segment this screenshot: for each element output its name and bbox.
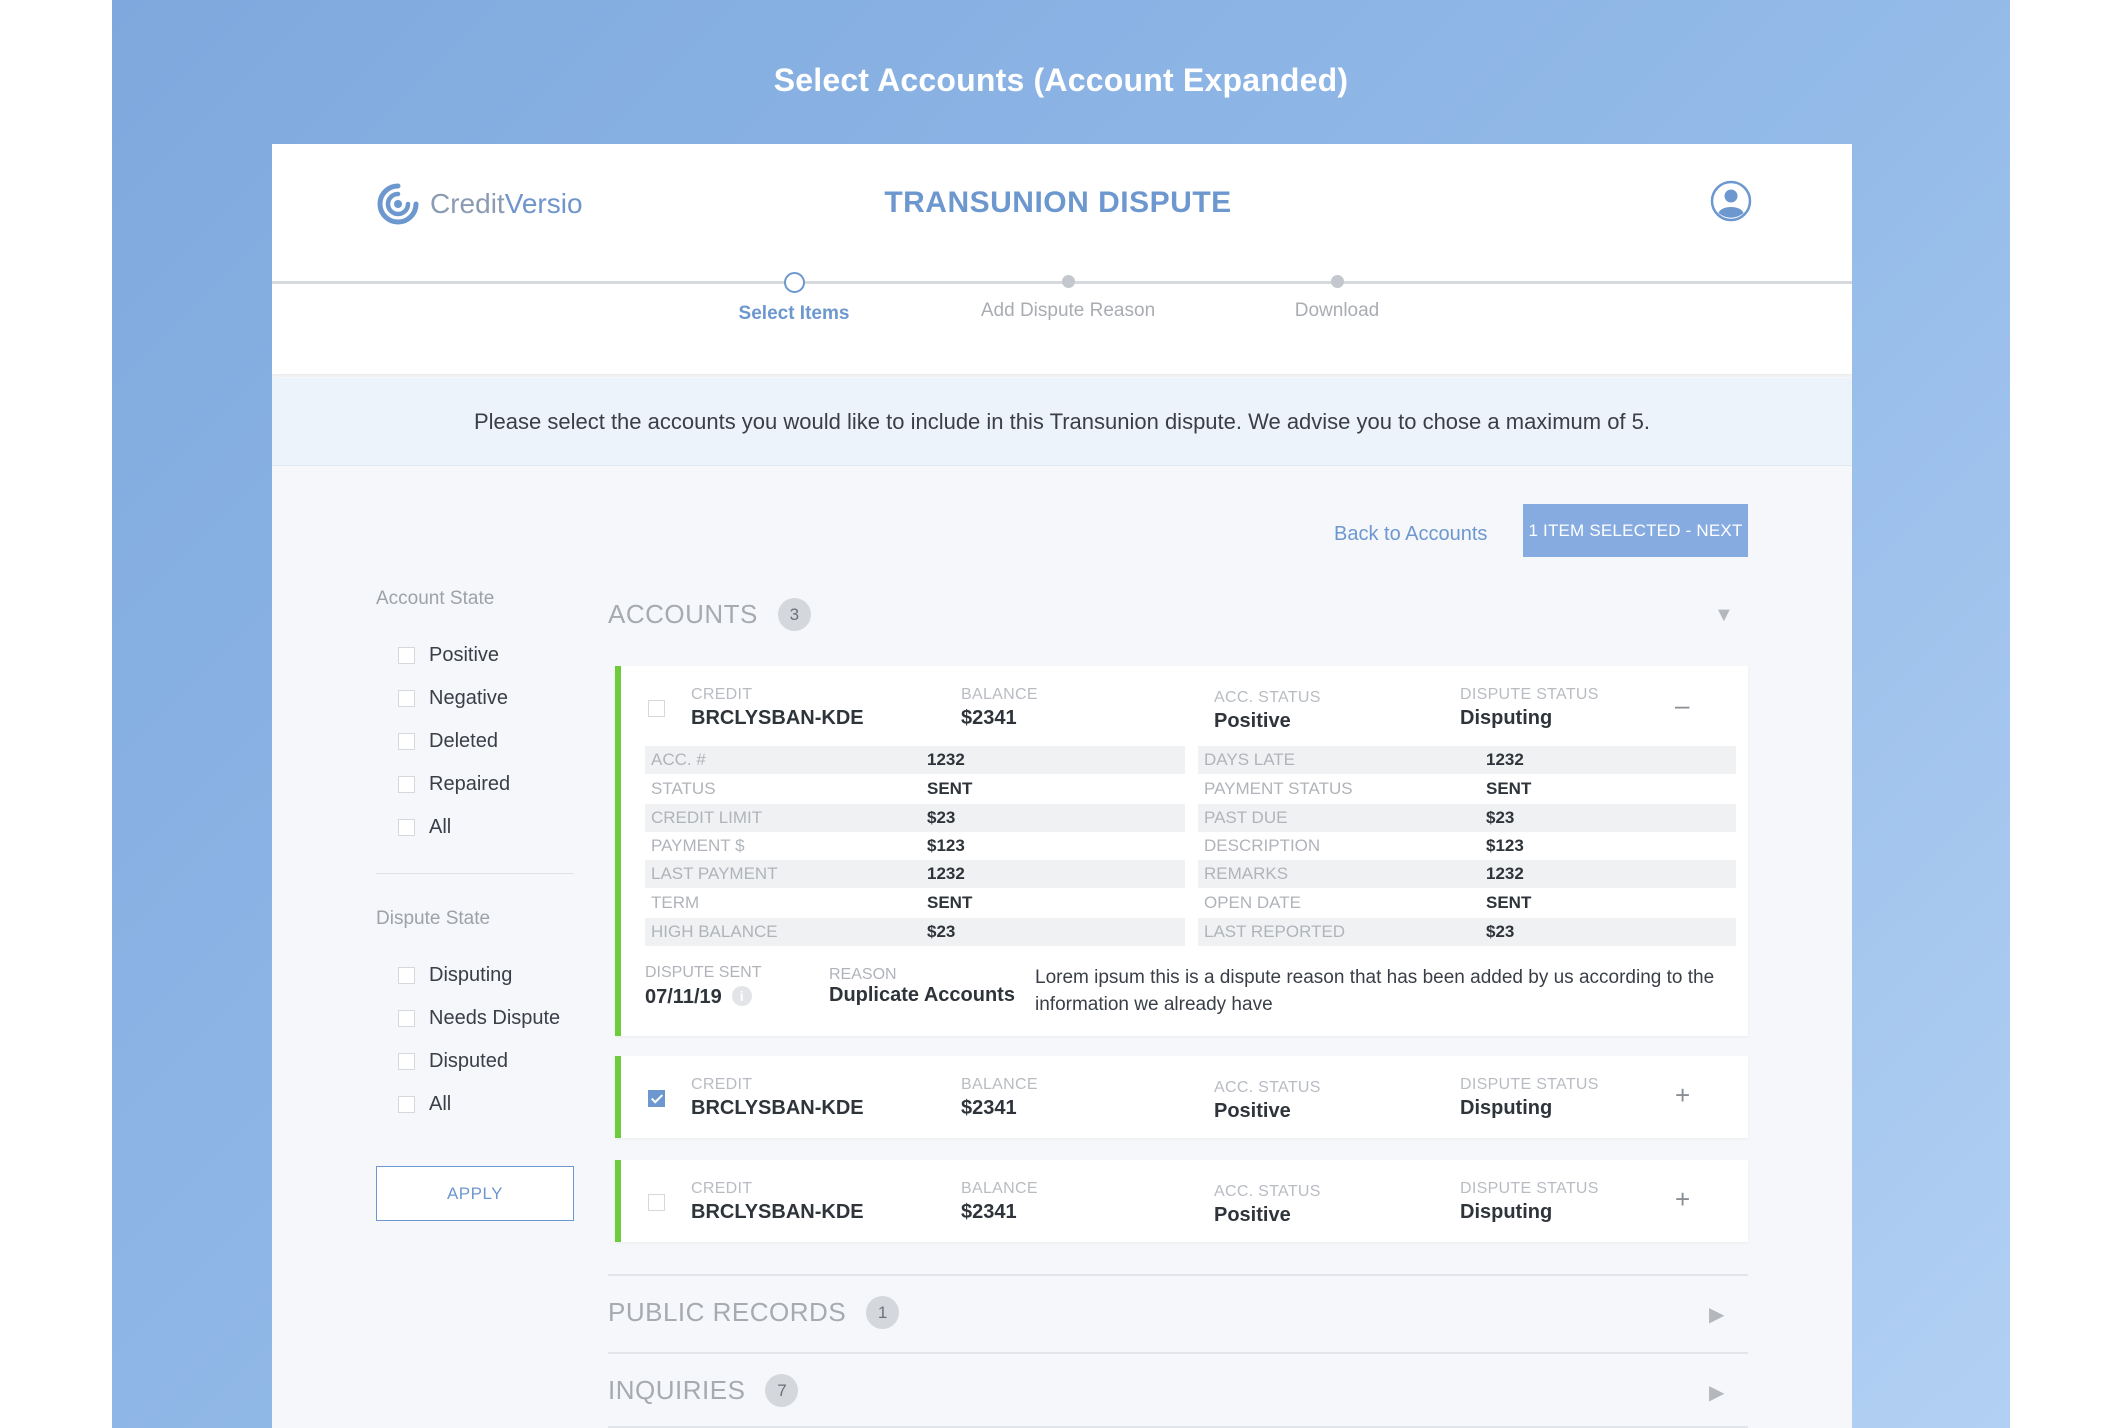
section-divider — [608, 1274, 1748, 1276]
expand-plus-icon[interactable]: + — [1675, 1080, 1690, 1111]
account-summary-row[interactable]: CREDIT BRCLYSBAN-KDE BALANCE $2341 ACC. … — [621, 666, 1748, 748]
dispute-info: DISPUTE SENT 07/11/19 i REASON Duplicate … — [645, 964, 1736, 1024]
collapse-minus-icon[interactable]: – — [1675, 690, 1689, 721]
balance-value: $2341 — [961, 1201, 1017, 1223]
checkbox[interactable] — [398, 1053, 415, 1070]
instruction-banner: Please select the accounts you would lik… — [272, 378, 1852, 466]
checkbox[interactable] — [398, 690, 415, 707]
account-summary-row[interactable]: CREDIT BRCLYSBAN-KDE BALANCE $2341 ACC. ST… — [621, 1160, 1748, 1242]
account-card: CREDIT BRCLYSBAN-KDE BALANCE $2341 ACC. ST… — [615, 1056, 1748, 1138]
step-select-items[interactable]: Select Items — [674, 272, 914, 325]
dispute-sent: DISPUTE SENT 07/11/19 i — [645, 964, 762, 1008]
detail-row: ACC. # 1232 DAYS LATE 1232 — [645, 746, 1736, 774]
next-button[interactable]: 1 ITEM SELECTED - NEXT — [1523, 504, 1748, 557]
checkbox[interactable] — [398, 1096, 415, 1113]
filter-repaired[interactable]: Repaired — [376, 763, 576, 806]
balance-value: $2341 — [961, 707, 1017, 729]
account-card: CREDIT BRCLYSBAN-KDE BALANCE $2341 ACC. … — [615, 666, 1748, 1036]
acc-status-value: Positive — [1214, 1204, 1291, 1226]
dispute-reason: REASON Duplicate Accounts — [829, 966, 1015, 1006]
step-label: Download — [1294, 300, 1380, 321]
step-label: Add Dispute Reason — [980, 300, 1156, 321]
section-title: PUBLIC RECORDS — [608, 1297, 847, 1327]
detail-row: HIGH BALANCE $23 LAST REPORTED $23 — [645, 918, 1736, 946]
filter-account-all[interactable]: All — [376, 806, 576, 849]
inquiries-section-header[interactable]: INQUIRIES 7 — [608, 1374, 799, 1407]
dispute-sent-date: 07/11/19 — [645, 986, 722, 1008]
step-label: Select Items — [738, 303, 850, 324]
apply-filters-button[interactable]: APPLY — [376, 1166, 574, 1221]
checkbox[interactable] — [398, 776, 415, 793]
detail-row: TERM SENT OPEN DATE SENT — [651, 893, 1532, 912]
acc-status-col: ACC. STATUS Positive — [1214, 689, 1321, 732]
filter-disputed[interactable]: Disputed — [376, 1040, 576, 1083]
dispute-status-value: Disputing — [1460, 1201, 1553, 1223]
section-title: INQUIRIES — [608, 1375, 746, 1405]
dispute-status-col: DISPUTE STATUS Disputing — [1460, 686, 1599, 729]
count-badge: 7 — [765, 1374, 799, 1407]
account-name: BRCLYSBAN-KDE — [691, 707, 864, 729]
account-name: BRCLYSBAN-KDE — [691, 1201, 864, 1223]
accounts-section-header[interactable]: ACCOUNTS 3 — [608, 598, 811, 631]
public-records-section-header[interactable]: PUBLIC RECORDS 1 — [608, 1296, 900, 1329]
acc-status-value: Positive — [1214, 710, 1291, 732]
dispute-status-value: Disputing — [1460, 1097, 1553, 1119]
expand-caret-icon[interactable]: ▶ — [1709, 1302, 1724, 1327]
reason-description: Lorem ipsum this is a dispute reason tha… — [1035, 967, 1715, 1015]
balance-value: $2341 — [961, 1097, 1017, 1119]
account-card: CREDIT BRCLYSBAN-KDE BALANCE $2341 ACC. ST… — [615, 1160, 1748, 1242]
step-indicator — [1061, 275, 1075, 288]
expand-caret-icon[interactable]: ▶ — [1709, 1380, 1724, 1405]
account-state-filters: Positive Negative Deleted Repaired All — [376, 634, 576, 849]
filter-negative[interactable]: Negative — [376, 677, 576, 720]
account-select-checkbox[interactable] — [648, 1194, 665, 1211]
step-download[interactable]: Download — [1217, 272, 1457, 322]
app-header: CreditVersio TRANSUNION DISPUTE Select I… — [272, 144, 1852, 374]
count-badge: 3 — [777, 598, 811, 631]
detail-row: CREDIT LIMIT $23 PAST DUE $23 — [645, 804, 1736, 832]
detail-row: LAST PAYMENT 1232 REMARKS 1232 — [645, 860, 1736, 888]
dispute-status-value: Disputing — [1460, 707, 1553, 729]
detail-row: PAYMENT $ $123 DESCRIPTION $123 — [651, 836, 1524, 855]
account-select-checkbox[interactable] — [648, 700, 665, 717]
account-name-col: CREDIT BRCLYSBAN-KDE — [691, 686, 864, 729]
dispute-state-title: Dispute State — [376, 908, 491, 929]
step-indicator — [1330, 275, 1344, 288]
section-divider — [608, 1352, 1748, 1354]
user-profile-icon[interactable] — [1710, 180, 1752, 222]
account-name: BRCLYSBAN-KDE — [691, 1097, 864, 1119]
filter-deleted[interactable]: Deleted — [376, 720, 576, 763]
detail-row: STATUS SENT PAYMENT STATUS SENT — [651, 779, 1532, 798]
account-summary-row[interactable]: CREDIT BRCLYSBAN-KDE BALANCE $2341 ACC. ST… — [621, 1056, 1748, 1138]
section-title: ACCOUNTS — [608, 599, 758, 629]
filter-positive[interactable]: Positive — [376, 634, 576, 677]
checkbox[interactable] — [398, 1010, 415, 1027]
count-badge: 1 — [866, 1296, 900, 1329]
checkbox[interactable] — [398, 647, 415, 664]
step-add-dispute-reason[interactable]: Add Dispute Reason — [948, 272, 1188, 322]
checkbox[interactable] — [398, 733, 415, 750]
account-state-title: Account State — [376, 588, 495, 609]
dispute-state-filters: Disputing Needs Dispute Disputed All — [376, 954, 576, 1126]
app-window: CreditVersio TRANSUNION DISPUTE Select I… — [272, 144, 1852, 1428]
step-indicator-active — [783, 272, 805, 293]
expand-plus-icon[interactable]: + — [1675, 1184, 1690, 1215]
collapse-caret-icon[interactable]: ▼ — [1714, 604, 1734, 627]
back-to-accounts-link[interactable]: Back to Accounts — [1334, 520, 1487, 548]
filter-needs-dispute[interactable]: Needs Dispute — [376, 997, 576, 1040]
checkbox[interactable] — [398, 819, 415, 836]
page-title: TRANSUNION DISPUTE — [884, 186, 1232, 219]
frame-title: Select Accounts (Account Expanded) — [773, 62, 1349, 98]
acc-status-value: Positive — [1214, 1100, 1291, 1122]
info-icon[interactable]: i — [731, 986, 752, 1006]
filter-disputing[interactable]: Disputing — [376, 954, 576, 997]
checkbox[interactable] — [398, 967, 415, 984]
filter-divider — [376, 873, 574, 874]
filter-dispute-all[interactable]: All — [376, 1083, 576, 1126]
balance-col: BALANCE $2341 — [961, 686, 1038, 729]
reason-value: Duplicate Accounts — [829, 984, 1015, 1006]
account-select-checkbox[interactable] — [648, 1090, 665, 1107]
filter-sidebar: Account State Positive Negative Deleted … — [376, 588, 576, 1221]
